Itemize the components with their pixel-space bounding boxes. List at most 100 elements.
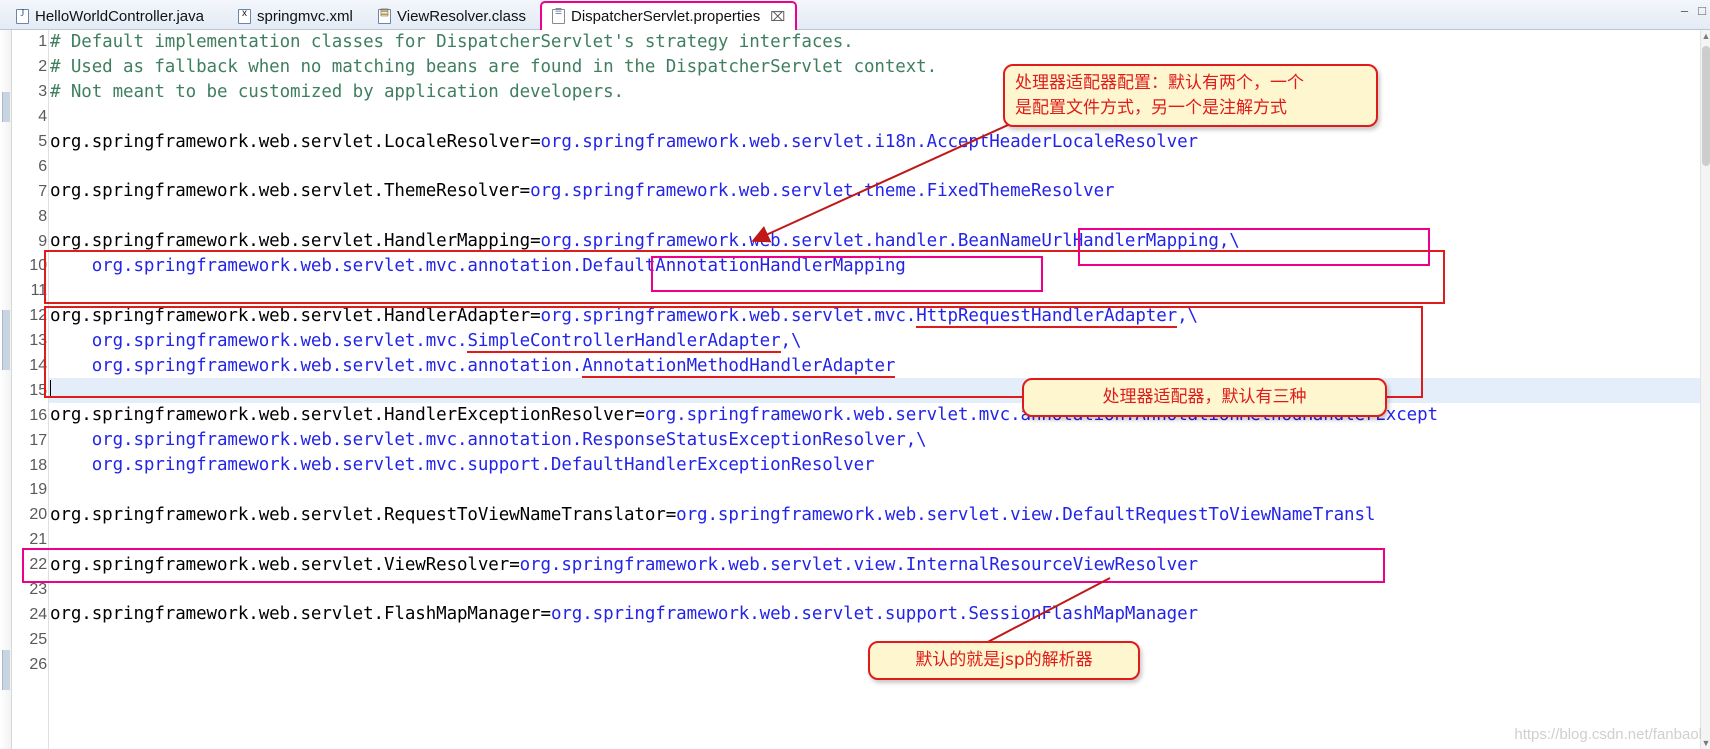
code-line[interactable]: 25 <box>13 627 1710 652</box>
code-line[interactable]: 6 <box>13 154 1710 179</box>
code-line[interactable]: 17 org.springframework.web.servlet.mvc.a… <box>13 428 1710 453</box>
code-line[interactable]: 3 # Not meant to be customized by applica… <box>13 80 1710 105</box>
code-line-text[interactable] <box>49 578 1710 603</box>
tab-label: springmvc.xml <box>257 7 353 25</box>
code-line-text[interactable]: org.springframework.web.servlet.mvc.anno… <box>49 354 1710 379</box>
code-line-text[interactable]: org.springframework.web.servlet.LocaleRe… <box>49 130 1710 155</box>
code-line[interactable]: 9 org.springframework.web.servlet.Handler… <box>13 229 1710 254</box>
maximize-button[interactable]: □ <box>1698 4 1706 17</box>
tab-label: ViewResolver.class <box>397 7 526 25</box>
code-line[interactable]: 26 <box>13 652 1710 677</box>
code-line[interactable]: 1 # Default implementation classes for Di… <box>13 30 1710 55</box>
callout-handler-adapter-three: 处理器适配器，默认有三种 <box>1022 378 1387 417</box>
code-line-text[interactable]: org.springframework.web.servlet.ViewReso… <box>49 553 1710 578</box>
line-number: 7 <box>38 182 47 200</box>
code-text-area[interactable]: 1 # Default implementation classes for Di… <box>13 30 1710 749</box>
code-line[interactable]: 7 org.springframework.web.servlet.ThemeRe… <box>13 179 1710 204</box>
line-number: 23 <box>29 581 47 599</box>
code-line-text[interactable]: org.springframework.web.servlet.mvc.anno… <box>49 254 1710 279</box>
code-line-text[interactable] <box>49 378 1710 404</box>
code-editor[interactable]: 1 # Default implementation classes for Di… <box>0 30 1710 749</box>
code-line[interactable]: 10 org.springframework.web.servlet.mvc.a… <box>13 254 1710 279</box>
code-line-text[interactable] <box>49 154 1710 179</box>
line-number: 13 <box>29 332 47 350</box>
code-line[interactable]: 24 org.springframework.web.servlet.FlashM… <box>13 602 1710 627</box>
line-number: 4 <box>38 108 47 126</box>
line-number: 24 <box>29 605 47 623</box>
class-file-icon <box>378 7 391 24</box>
code-line-text[interactable] <box>49 279 1710 304</box>
code-line-text[interactable]: org.springframework.web.servlet.mvc.Simp… <box>49 329 1710 354</box>
line-number: 19 <box>29 481 47 499</box>
line-number: 14 <box>29 357 47 375</box>
code-line[interactable]: 21 <box>13 528 1710 553</box>
code-line-text[interactable] <box>49 478 1710 503</box>
eclipse-editor-window: HelloWorldController.java springmvc.xml … <box>0 0 1710 749</box>
code-line[interactable]: 4 <box>13 105 1710 130</box>
line-number: 15 <box>29 381 47 399</box>
code-line-text[interactable] <box>49 528 1710 553</box>
scrollbar-thumb[interactable] <box>1702 46 1710 166</box>
code-line[interactable]: 5 org.springframework.web.servlet.LocaleR… <box>13 130 1710 155</box>
code-line[interactable]: 12 org.springframework.web.servlet.Handle… <box>13 304 1710 329</box>
code-line-text[interactable] <box>49 204 1710 229</box>
code-line-text[interactable]: org.springframework.web.servlet.HandlerA… <box>49 304 1710 329</box>
code-line-text[interactable]: # Default implementation classes for Dis… <box>49 30 1710 55</box>
line-number: 11 <box>30 282 48 300</box>
ruler-marker <box>2 92 10 122</box>
line-number: 20 <box>29 506 47 524</box>
scroll-down-icon[interactable]: ▼ <box>1701 737 1710 749</box>
line-number: 5 <box>38 133 47 150</box>
code-line[interactable]: 18 org.springframework.web.servlet.mvc.s… <box>13 453 1710 478</box>
code-line[interactable]: 2 # Used as fallback when no matching bea… <box>13 55 1710 80</box>
editor-left-ruler <box>0 30 12 749</box>
tab-springmvc-xml[interactable]: springmvc.xml <box>228 3 363 29</box>
line-number: 21 <box>29 531 47 549</box>
code-line-text[interactable]: org.springframework.web.servlet.HandlerE… <box>49 403 1710 428</box>
line-number: 9 <box>38 232 47 250</box>
line-number: 12 <box>29 307 47 325</box>
code-line[interactable]: 20 org.springframework.web.servlet.Reques… <box>13 503 1710 528</box>
code-line-text[interactable]: org.springframework.web.servlet.ThemeRes… <box>49 179 1710 204</box>
tab-dispatcherservlet-properties[interactable]: DispatcherServlet.properties ⌧ <box>540 1 798 30</box>
line-number: 26 <box>29 655 47 673</box>
code-line-text[interactable]: org.springframework.web.servlet.HandlerM… <box>49 229 1710 254</box>
vertical-scrollbar[interactable]: ▲ ▼ <box>1700 30 1710 749</box>
window-controls: – □ <box>1681 4 1706 17</box>
close-icon[interactable]: ⌧ <box>770 9 785 25</box>
line-number: 18 <box>29 456 47 474</box>
code-line[interactable]: 11 <box>13 279 1710 304</box>
line-number: 1 <box>38 33 47 51</box>
code-line[interactable]: 14 org.springframework.web.servlet.mvc.a… <box>13 354 1710 379</box>
code-line[interactable]: 13 org.springframework.web.servlet.mvc.S… <box>13 329 1710 354</box>
tab-helloworldcontroller-java[interactable]: HelloWorldController.java <box>6 3 214 29</box>
line-number: 8 <box>38 207 47 225</box>
line-number: 6 <box>38 157 47 175</box>
java-file-icon <box>16 8 29 24</box>
code-line[interactable]: 19 <box>13 478 1710 503</box>
minimize-button[interactable]: – <box>1681 4 1688 17</box>
code-line[interactable]: 23 <box>13 578 1710 603</box>
line-number: 3 <box>38 83 47 101</box>
code-line-text[interactable]: # Used as fallback when no matching bean… <box>49 55 1710 80</box>
line-number: 25 <box>29 630 47 648</box>
code-line-text[interactable]: # Not meant to be customized by applicat… <box>49 80 1710 105</box>
line-number: 2 <box>38 58 47 76</box>
scroll-up-icon[interactable]: ▲ <box>1701 30 1710 42</box>
properties-file-icon <box>552 7 565 24</box>
code-line[interactable]: 16 org.springframework.web.servlet.Handle… <box>13 403 1710 428</box>
code-line-text[interactable]: org.springframework.web.servlet.mvc.supp… <box>49 453 1710 478</box>
code-line-text[interactable]: org.springframework.web.servlet.RequestT… <box>49 503 1710 528</box>
code-line-text[interactable]: org.springframework.web.servlet.mvc.anno… <box>49 428 1710 453</box>
ruler-marker <box>2 650 10 690</box>
line-number: 10 <box>29 257 47 275</box>
code-line[interactable]: 15 <box>13 378 1710 404</box>
tab-viewresolver-class[interactable]: ViewResolver.class <box>368 3 536 29</box>
code-line-text[interactable] <box>49 105 1710 130</box>
code-line[interactable]: 22 org.springframework.web.servlet.ViewRe… <box>13 553 1710 578</box>
code-line-text[interactable]: org.springframework.web.servlet.FlashMap… <box>49 602 1710 627</box>
code-line[interactable]: 8 <box>13 204 1710 229</box>
line-number: 22 <box>29 556 47 574</box>
ruler-marker <box>2 310 10 370</box>
line-number: 17 <box>29 431 47 449</box>
